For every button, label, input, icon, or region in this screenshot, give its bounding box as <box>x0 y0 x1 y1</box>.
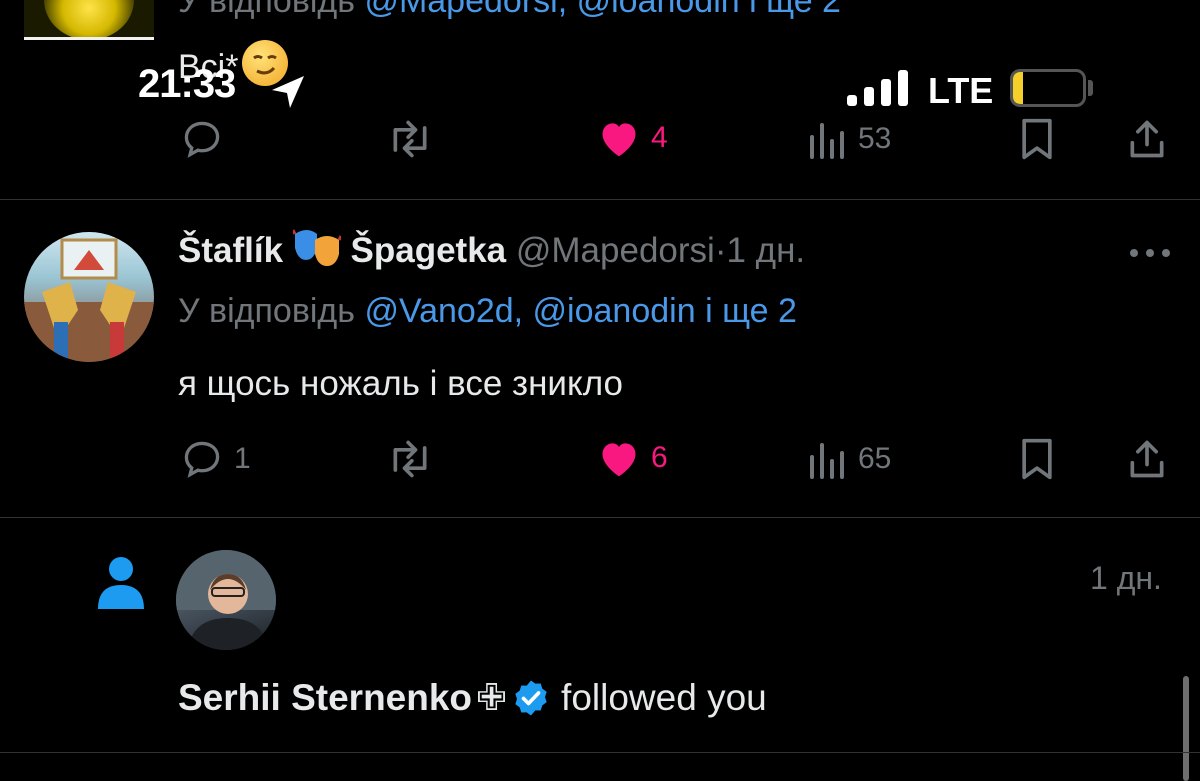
heart-filled-icon <box>602 443 636 477</box>
bookmark-icon <box>1022 438 1052 480</box>
share-icon <box>1130 120 1164 158</box>
share-button-top[interactable] <box>1126 117 1168 161</box>
follow-notification-text[interactable]: Serhii Sternenko ✙ followed you <box>178 676 767 719</box>
user-avatar-mapedorsi[interactable] <box>24 232 154 362</box>
status-clock: 21:33 <box>138 62 236 106</box>
follower-name[interactable]: Serhii Sternenko <box>178 677 472 719</box>
divider <box>0 199 1200 200</box>
bookmark-button-top[interactable] <box>1018 117 1056 161</box>
battery-percent: 14 <box>1032 73 1064 104</box>
like-button-top[interactable]: 4 <box>597 117 668 159</box>
network-type: LTE <box>928 70 994 111</box>
mention-links-top[interactable]: @Mapedorsi, @ioanodin і ще 2 <box>364 0 841 20</box>
views-button-top[interactable]: 53 <box>808 117 891 161</box>
follow-action-text: followed you <box>561 676 767 718</box>
notification-time: 1 дн. <box>1090 560 1162 596</box>
views-button[interactable]: 65 <box>808 437 891 481</box>
scrollbar[interactable] <box>1183 676 1189 781</box>
views-chart-icon <box>810 443 844 479</box>
user-avatar-top[interactable] <box>24 0 154 40</box>
retweet-button[interactable] <box>386 437 434 481</box>
tweet-author[interactable]: Štaflík Špagetka @Mapedorsi·1 дн. <box>178 228 805 271</box>
battery-cap <box>1088 80 1093 96</box>
views-chart-icon <box>810 123 844 159</box>
reply-button[interactable]: 1 <box>180 437 251 481</box>
like-count: 6 <box>651 441 668 474</box>
verified-badge-icon <box>511 678 551 718</box>
mention-links[interactable]: @Vano2d, @ioanodin і ще 2 <box>364 292 797 330</box>
retweet-icon <box>393 440 427 478</box>
share-button[interactable] <box>1126 437 1168 481</box>
display-name-part-2: Špagetka <box>350 231 507 270</box>
heart-filled-icon <box>602 123 636 157</box>
reply-context-top: У відповідь @Mapedorsi, @ioanodin і ще 2 <box>178 0 841 21</box>
battery-icon: 14 <box>1010 69 1086 107</box>
view-count: 65 <box>858 442 892 475</box>
bookmark-button[interactable] <box>1018 437 1056 481</box>
like-button[interactable]: 6 <box>597 437 668 479</box>
reply-count: 1 <box>234 442 251 475</box>
dot-separator: · <box>714 231 727 270</box>
reply-icon <box>184 121 220 158</box>
divider <box>0 752 1200 753</box>
bookmark-icon <box>1022 118 1052 160</box>
performing-arts-emoji <box>291 228 343 268</box>
tweet-time: 1 дн. <box>726 231 806 270</box>
like-count-top: 4 <box>651 121 668 154</box>
cell-signal-icon <box>847 70 909 106</box>
tweet-text: я щось ножаль і все зникло <box>178 364 623 403</box>
reply-icon <box>184 441 220 478</box>
user-handle: @Mapedorsi <box>515 231 715 270</box>
share-icon <box>1130 440 1164 478</box>
user-avatar-sternenko[interactable] <box>176 550 276 650</box>
retweet-button-top[interactable] <box>386 117 434 161</box>
cross-symbol: ✙ <box>476 677 508 718</box>
more-options-icon[interactable] <box>1128 246 1172 264</box>
divider <box>0 517 1200 518</box>
retweet-icon <box>393 120 427 158</box>
view-count-top: 53 <box>858 122 892 155</box>
location-arrow-icon <box>268 72 308 117</box>
reply-context: У відповідь @Vano2d, @ioanodin і ще 2 <box>178 292 797 330</box>
display-name-part-1: Štaflík <box>178 231 284 270</box>
person-follow-icon <box>96 555 146 616</box>
reply-button-top[interactable] <box>180 117 224 161</box>
